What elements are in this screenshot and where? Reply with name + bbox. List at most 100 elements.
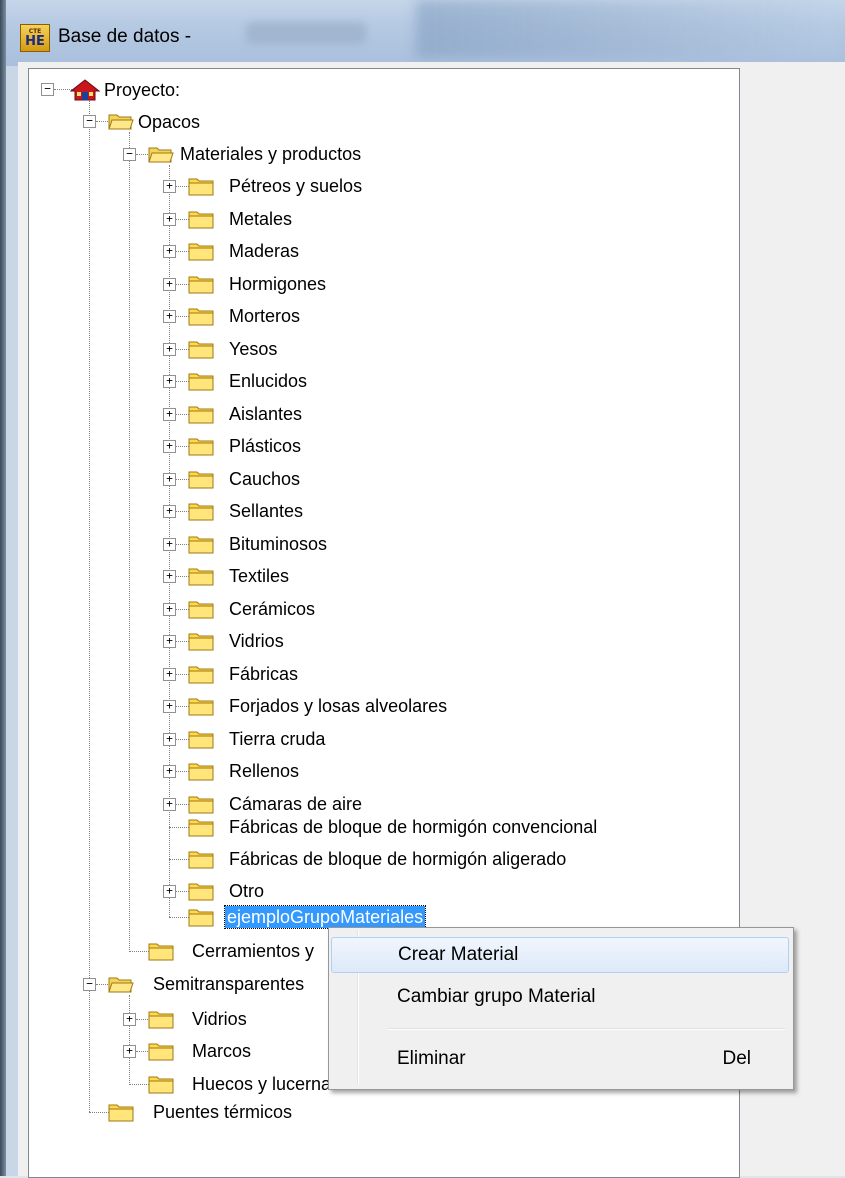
folder-icon xyxy=(148,1011,174,1029)
tree-item-vidrios-semi[interactable]: Vidrios xyxy=(192,1008,247,1030)
tree-item-material-group[interactable]: Sellantes xyxy=(229,500,303,522)
tree-item-material-group[interactable]: Plásticos xyxy=(229,435,301,457)
tree-item-material-group[interactable]: Aislantes xyxy=(229,403,302,425)
open-folder-icon xyxy=(108,114,134,130)
expand-group-toggle[interactable]: + xyxy=(163,180,176,193)
tree-item-material-group[interactable]: Maderas xyxy=(229,240,299,262)
expand-group-toggle[interactable]: + xyxy=(163,310,176,323)
folder-icon xyxy=(188,731,214,749)
title-bar[interactable]: CTE HE Base de datos - xyxy=(6,0,845,66)
tree-item-fabricas-convencional[interactable]: Fábricas de bloque de hormigón convencio… xyxy=(229,816,597,838)
folder-icon xyxy=(188,851,214,869)
tree-connector xyxy=(129,951,149,952)
folder-icon xyxy=(188,796,214,814)
collapse-materiales-toggle[interactable]: − xyxy=(123,148,136,161)
expand-group-toggle[interactable]: + xyxy=(163,700,176,713)
menu-item-eliminar[interactable]: Eliminar Del xyxy=(331,1042,789,1078)
app-icon: CTE HE xyxy=(20,24,50,52)
expand-group-toggle[interactable]: + xyxy=(163,375,176,388)
tree-item-material-group[interactable]: Bituminosos xyxy=(229,533,327,555)
expand-group-toggle[interactable]: + xyxy=(163,213,176,226)
expand-group-toggle[interactable]: + xyxy=(163,798,176,811)
tree-item-material-group[interactable]: Enlucidos xyxy=(229,370,307,392)
tree-item-material-group[interactable]: Tierra cruda xyxy=(229,728,325,750)
folder-icon xyxy=(188,763,214,781)
expand-vidrios-semi-toggle[interactable]: + xyxy=(123,1013,136,1026)
folder-icon xyxy=(188,406,214,424)
folder-icon xyxy=(148,943,174,961)
tree-connector xyxy=(89,1112,109,1113)
tree-item-material-group[interactable]: Pétreos y suelos xyxy=(229,175,362,197)
tree-item-material-group[interactable]: Forjados y losas alveolares xyxy=(229,695,447,717)
expand-group-toggle[interactable]: + xyxy=(163,635,176,648)
expand-group-toggle[interactable]: + xyxy=(163,343,176,356)
tree-item-marcos[interactable]: Marcos xyxy=(192,1040,251,1062)
tree-item-opacos[interactable]: Opacos xyxy=(138,111,200,133)
expand-marcos-toggle[interactable]: + xyxy=(123,1045,136,1058)
menu-item-cambiar-grupo[interactable]: Cambiar grupo Material xyxy=(331,980,789,1016)
tree-item-proyecto[interactable]: Proyecto: xyxy=(104,79,180,101)
tree-connector xyxy=(169,827,189,828)
tree-connector xyxy=(169,859,189,860)
folder-icon xyxy=(188,373,214,391)
tree-item-material-group[interactable]: Vidrios xyxy=(229,630,284,652)
tree-item-material-group[interactable]: Rellenos xyxy=(229,760,299,782)
menu-item-shortcut: Del xyxy=(722,1048,751,1069)
folder-icon xyxy=(188,819,214,837)
tree-item-cerramientos[interactable]: Cerramientos y xyxy=(192,940,314,962)
expand-group-toggle[interactable]: + xyxy=(163,408,176,421)
expand-group-toggle[interactable]: + xyxy=(163,765,176,778)
expand-group-toggle[interactable]: + xyxy=(163,473,176,486)
tree-item-material-group[interactable]: Fábricas xyxy=(229,663,298,685)
expand-group-toggle[interactable]: + xyxy=(163,245,176,258)
tree-item-semitransparentes[interactable]: Semitransparentes xyxy=(153,973,304,995)
folder-icon xyxy=(188,601,214,619)
folder-icon xyxy=(188,211,214,229)
tree-item-fabricas-aligerado[interactable]: Fábricas de bloque de hormigón aligerado xyxy=(229,848,566,870)
menu-item-label: Crear Material xyxy=(398,944,519,965)
open-folder-icon xyxy=(148,147,174,163)
tree-item-material-group[interactable]: Textiles xyxy=(229,565,289,587)
tree-item-material-group[interactable]: Morteros xyxy=(229,305,300,327)
folder-icon xyxy=(188,666,214,684)
tree-item-material-group[interactable]: Cauchos xyxy=(229,468,300,490)
folder-icon xyxy=(188,883,214,901)
folder-icon xyxy=(188,438,214,456)
tree-item-material-group[interactable]: Metales xyxy=(229,208,292,230)
tree-item-material-group[interactable]: Yesos xyxy=(229,338,277,360)
menu-item-label: Cambiar grupo Material xyxy=(397,986,596,1007)
tree-item-materiales[interactable]: Materiales y productos xyxy=(180,143,361,165)
expand-group-toggle[interactable]: + xyxy=(163,570,176,583)
tree-item-otro[interactable]: Otro xyxy=(229,880,264,902)
folder-icon xyxy=(188,341,214,359)
house-icon xyxy=(70,79,100,101)
tree-item-selected-ejemplo[interactable]: ejemploGrupoMateriales xyxy=(223,905,427,929)
expand-group-toggle[interactable]: + xyxy=(163,668,176,681)
menu-separator xyxy=(389,1028,785,1030)
menu-item-label: Eliminar xyxy=(397,1048,466,1069)
expand-group-toggle[interactable]: + xyxy=(163,505,176,518)
tree-item-material-group[interactable]: Cámaras de aire xyxy=(229,793,362,815)
expand-group-toggle[interactable]: + xyxy=(163,538,176,551)
window-title: Base de datos - xyxy=(58,26,192,47)
database-window: CTE HE Base de datos - − Proyecto: − Opa… xyxy=(0,0,845,1178)
folder-icon xyxy=(188,503,214,521)
expand-otro-toggle[interactable]: + xyxy=(163,885,176,898)
expand-group-toggle[interactable]: + xyxy=(163,733,176,746)
folder-icon xyxy=(188,909,214,927)
folder-icon xyxy=(188,633,214,651)
tree-connector xyxy=(129,1084,149,1085)
tree-item-puentes-termicos[interactable]: Puentes térmicos xyxy=(153,1101,292,1123)
tree-connector xyxy=(169,917,189,918)
blurred-background-region xyxy=(416,0,836,58)
expand-group-toggle[interactable]: + xyxy=(163,440,176,453)
collapse-root-toggle[interactable]: − xyxy=(41,83,54,96)
menu-item-crear-material[interactable]: Crear Material xyxy=(331,937,789,973)
expand-group-toggle[interactable]: + xyxy=(163,603,176,616)
collapse-opacos-toggle[interactable]: − xyxy=(83,115,96,128)
tree-item-material-group[interactable]: Hormigones xyxy=(229,273,326,295)
expand-group-toggle[interactable]: + xyxy=(163,278,176,291)
folder-icon xyxy=(148,1043,174,1061)
collapse-semitransparentes-toggle[interactable]: − xyxy=(83,978,96,991)
tree-item-material-group[interactable]: Cerámicos xyxy=(229,598,315,620)
